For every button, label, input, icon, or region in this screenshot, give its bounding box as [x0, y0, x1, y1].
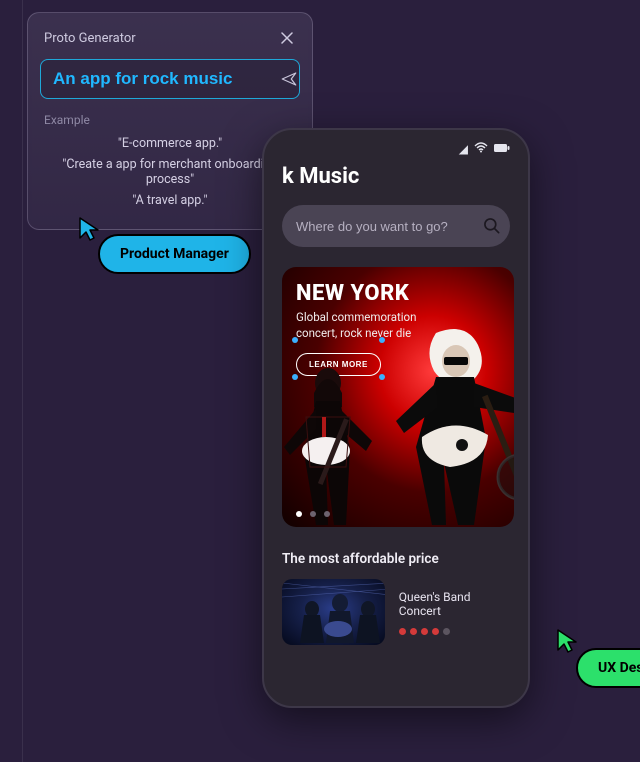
send-icon[interactable] [280, 68, 298, 90]
pm-label: Product Manager [120, 246, 229, 262]
hero-card[interactable]: NEW YORK Global commemoration concert, r… [282, 267, 514, 527]
signal-icon: ◢ [459, 142, 468, 156]
search-field[interactable] [282, 205, 510, 247]
battery-icon [494, 142, 510, 156]
example-label: Example [44, 113, 296, 127]
proto-prompt-input[interactable] [53, 69, 280, 89]
app-title: k Music [282, 164, 510, 189]
rating [399, 628, 510, 635]
rating-dot [432, 628, 439, 635]
pager-dot[interactable] [296, 511, 302, 517]
section-title: The most affordable price [282, 551, 510, 567]
wifi-icon [474, 142, 488, 156]
app-body: k Music NEW YORK Global commemoration co… [264, 160, 528, 706]
performer-graphic [378, 327, 514, 527]
product-manager-badge[interactable]: Product Manager [98, 234, 251, 274]
pager-dot[interactable] [324, 511, 330, 517]
close-icon[interactable] [278, 29, 296, 47]
price-info: Queen's Band Concert [399, 590, 510, 635]
rating-dot [399, 628, 406, 635]
example-item[interactable]: "Create a app for merchant onboarding pr… [40, 154, 300, 190]
proto-examples: "E-commerce app." "Create a app for merc… [40, 133, 300, 211]
phone-mockup: ◢ k Music NEW YORK Global commemoration … [262, 128, 530, 708]
pager-dot[interactable] [310, 511, 316, 517]
cursor-icon [556, 628, 578, 658]
example-item[interactable]: "E-commerce app." [40, 133, 300, 154]
carousel-pager[interactable] [296, 511, 330, 517]
price-item[interactable]: Queen's Band Concert [282, 579, 510, 645]
hero-city: NEW YORK [296, 281, 500, 306]
example-item[interactable]: "A travel app." [40, 190, 300, 211]
guideline [22, 0, 23, 762]
statusbar: ◢ [264, 130, 528, 160]
rating-dot [421, 628, 428, 635]
concert-name: Queen's Band Concert [399, 590, 510, 618]
proto-input-wrap[interactable] [40, 59, 300, 99]
ux-designer-badge[interactable]: UX Desi [576, 648, 640, 688]
rating-dot [443, 628, 450, 635]
search-icon[interactable] [482, 216, 502, 236]
ux-label: UX Desi [598, 660, 640, 676]
cursor-icon [78, 216, 100, 242]
selection-handle-icon[interactable] [292, 337, 298, 343]
rating-dot [410, 628, 417, 635]
search-input[interactable] [296, 219, 472, 234]
concert-thumbnail [282, 579, 385, 645]
proto-header: Proto Generator [40, 25, 300, 59]
proto-title: Proto Generator [44, 31, 136, 46]
